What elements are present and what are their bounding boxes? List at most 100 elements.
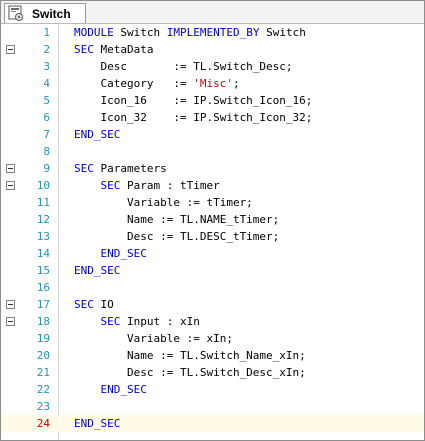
code-line[interactable]: 19 Variable := xIn; bbox=[1, 330, 424, 347]
line-number: 11 bbox=[36, 196, 50, 209]
code-token: Param : tTimer bbox=[120, 179, 220, 192]
code-line[interactable]: 24 END_SEC bbox=[1, 415, 424, 432]
code-token: Name := TL.Switch_Name_xIn; bbox=[74, 349, 306, 362]
code-token: Name := TL.NAME_tTimer; bbox=[74, 213, 280, 226]
code-token: IO bbox=[93, 298, 114, 311]
keyword-token: SEC bbox=[100, 179, 121, 192]
code-text: Name := TL.NAME_tTimer; bbox=[74, 212, 279, 227]
line-number: 2 bbox=[43, 43, 50, 56]
line-number: 12 bbox=[36, 213, 50, 226]
code-text: SEC MetaData bbox=[74, 42, 153, 57]
line-number: 7 bbox=[43, 128, 50, 141]
code-line[interactable]: 3 Desc := TL.Switch_Desc; bbox=[1, 58, 424, 75]
line-number: 16 bbox=[36, 281, 50, 294]
line-number: 13 bbox=[36, 230, 50, 243]
code-line[interactable]: 5 Icon_16 := IP.Switch_Icon_16; bbox=[1, 92, 424, 109]
string-token: 'Misc' bbox=[193, 77, 233, 90]
code-text: END_SEC bbox=[74, 263, 120, 278]
code-line[interactable]: 11 Variable := tTimer; bbox=[1, 194, 424, 211]
code-line[interactable]: 13 Desc := TL.DESC_tTimer; bbox=[1, 228, 424, 245]
code-line[interactable]: 16 bbox=[1, 279, 424, 296]
keyword-token: END_SEC bbox=[74, 264, 121, 277]
code-text: Name := TL.Switch_Name_xIn; bbox=[74, 348, 306, 363]
code-text: END_SEC bbox=[74, 127, 120, 142]
code-line[interactable]: 18 SEC Input : xIn bbox=[1, 313, 424, 330]
code-token: Switch bbox=[259, 26, 306, 39]
line-number: 24 bbox=[36, 417, 50, 430]
tab-switch[interactable]: Switch bbox=[4, 3, 86, 23]
line-number: 8 bbox=[43, 145, 50, 158]
line-number: 22 bbox=[36, 383, 50, 396]
code-text: END_SEC bbox=[74, 382, 147, 397]
code-text: Desc := TL.DESC_tTimer; bbox=[74, 229, 279, 244]
fold-collapse-icon[interactable] bbox=[6, 164, 15, 173]
code-text: Category := 'Misc'; bbox=[74, 76, 240, 91]
keyword-token: END_SEC bbox=[74, 417, 121, 430]
code-line[interactable]: 8 bbox=[1, 143, 424, 160]
keyword-token: MODULE bbox=[74, 26, 114, 39]
code-text: Desc := TL.Switch_Desc; bbox=[74, 59, 293, 74]
code-token: MetaData bbox=[93, 43, 154, 56]
keyword-token: SEC bbox=[74, 162, 94, 175]
code-line[interactable]: 20 Name := TL.Switch_Name_xIn; bbox=[1, 347, 424, 364]
code-line[interactable]: 22 END_SEC bbox=[1, 381, 424, 398]
line-number: 15 bbox=[36, 264, 50, 277]
code-token: Parameters bbox=[93, 162, 167, 175]
code-line[interactable]: 21 Desc := TL.Switch_Desc_xIn; bbox=[1, 364, 424, 381]
fold-collapse-icon[interactable] bbox=[6, 45, 15, 54]
editor-window: Switch 1 MODULE Switch IMPLEMENTED_BY Swi… bbox=[0, 0, 425, 441]
keyword-token: END_SEC bbox=[100, 247, 147, 260]
code-text: Desc := TL.Switch_Desc_xIn; bbox=[74, 365, 306, 380]
code-text: SEC Input : xIn bbox=[74, 314, 200, 329]
line-number: 1 bbox=[43, 26, 50, 39]
code-text: Icon_32 := IP.Switch_Icon_32; bbox=[74, 110, 312, 125]
code-token: Icon_16 := IP.Switch_Icon_16; bbox=[74, 94, 313, 107]
code-token: Switch bbox=[113, 26, 167, 39]
code-line[interactable]: 23 bbox=[1, 398, 424, 415]
keyword-token: SEC bbox=[74, 298, 94, 311]
code-text: SEC Parameters bbox=[74, 161, 167, 176]
line-number: 3 bbox=[43, 60, 50, 73]
keyword-token: END_SEC bbox=[74, 128, 121, 141]
code-line[interactable]: 15 END_SEC bbox=[1, 262, 424, 279]
line-number: 4 bbox=[43, 77, 50, 90]
code-line[interactable]: 1 MODULE Switch IMPLEMENTED_BY Switch bbox=[1, 24, 424, 41]
line-number: 20 bbox=[36, 349, 50, 362]
fold-collapse-icon[interactable] bbox=[6, 317, 15, 326]
code-line[interactable]: 14 END_SEC bbox=[1, 245, 424, 262]
fold-collapse-icon[interactable] bbox=[6, 181, 15, 190]
code-token: Variable := tTimer; bbox=[74, 196, 253, 209]
tab-bar: Switch bbox=[1, 1, 424, 24]
tab-label: Switch bbox=[32, 7, 71, 21]
line-number: 21 bbox=[36, 366, 50, 379]
keyword-token: SEC bbox=[74, 43, 94, 56]
code-line[interactable]: 2 SEC MetaData bbox=[1, 41, 424, 58]
code-text: Icon_16 := IP.Switch_Icon_16; bbox=[74, 93, 312, 108]
code-line[interactable]: 7 END_SEC bbox=[1, 126, 424, 143]
line-number: 10 bbox=[36, 179, 50, 192]
keyword-token: SEC bbox=[100, 315, 121, 328]
module-file-icon bbox=[8, 5, 23, 21]
code-line[interactable]: 9 SEC Parameters bbox=[1, 160, 424, 177]
code-token: Desc := TL.Switch_Desc; bbox=[74, 60, 293, 73]
code-line[interactable]: 4 Category := 'Misc'; bbox=[1, 75, 424, 92]
line-number: 14 bbox=[36, 247, 50, 260]
fold-collapse-icon[interactable] bbox=[6, 300, 15, 309]
line-number: 19 bbox=[36, 332, 50, 345]
code-text: Variable := xIn; bbox=[74, 331, 233, 346]
code-line[interactable]: 10 SEC Param : tTimer bbox=[1, 177, 424, 194]
code-editor[interactable]: 1 MODULE Switch IMPLEMENTED_BY Switch 2 SEC… bbox=[1, 24, 424, 440]
code-line[interactable]: 6 Icon_32 := IP.Switch_Icon_32; bbox=[1, 109, 424, 126]
line-number: 18 bbox=[36, 315, 50, 328]
code-text: Variable := tTimer; bbox=[74, 195, 253, 210]
code-token: Icon_32 := IP.Switch_Icon_32; bbox=[74, 111, 313, 124]
line-number: 17 bbox=[36, 298, 50, 311]
code-line[interactable]: 17 SEC IO bbox=[1, 296, 424, 313]
code-text: END_SEC bbox=[74, 416, 120, 431]
code-token: ; bbox=[232, 77, 240, 90]
code-text: MODULE Switch IMPLEMENTED_BY Switch bbox=[74, 25, 306, 40]
code-line[interactable]: 12 Name := TL.NAME_tTimer; bbox=[1, 211, 424, 228]
